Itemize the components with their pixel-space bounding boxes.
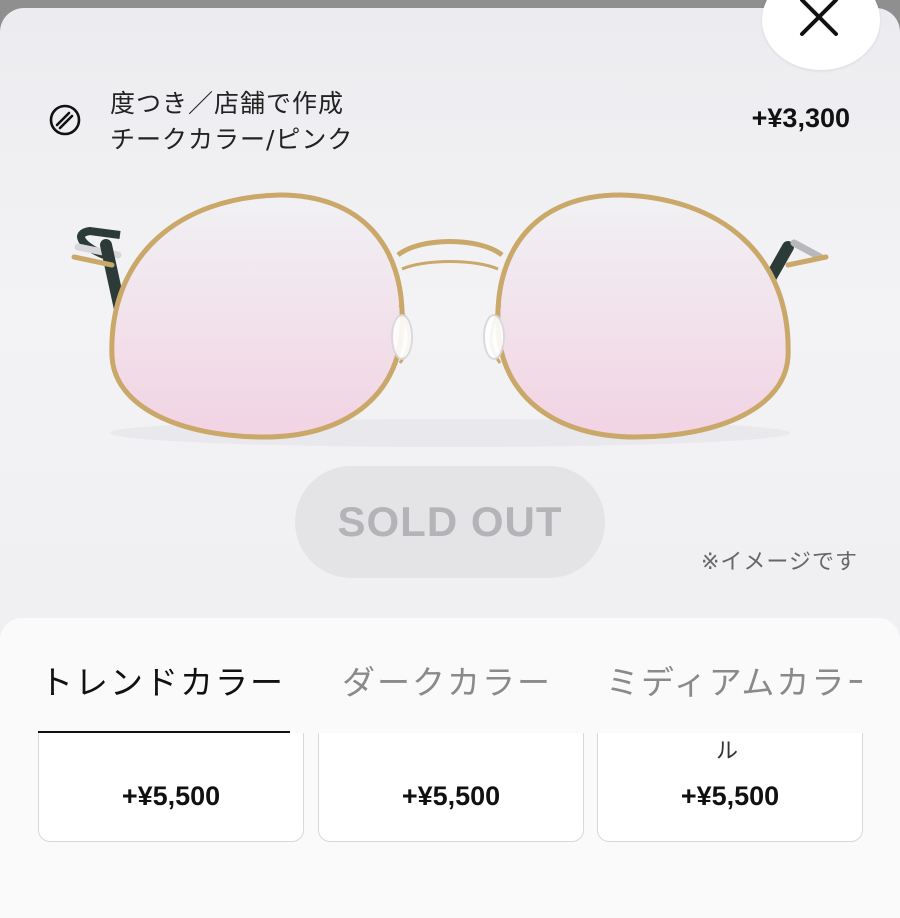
- lens-option-line2: チークカラー/ピンク: [110, 125, 354, 154]
- tab-trend-color[interactable]: トレンドカラー: [40, 656, 285, 704]
- color-card-1[interactable]: +¥5,500: [38, 733, 304, 842]
- lens-option-price: +¥3,300: [751, 103, 850, 133]
- image-note: ※イメージです: [701, 550, 858, 575]
- glasses-image: [71, 192, 829, 447]
- lens-option-text: 度つき／店舗で作成 チークカラー/ピンク: [110, 86, 353, 158]
- color-card-name-overflow: ル: [716, 739, 739, 764]
- color-card-3[interactable]: ル +¥5,500: [597, 733, 863, 842]
- color-card-2[interactable]: +¥5,500: [318, 733, 584, 842]
- tab-dark-color[interactable]: ダークカラー: [342, 656, 552, 704]
- color-card-price: +¥5,500: [401, 781, 501, 811]
- tab-medium-color-clip: ミディアムカラー: [600, 650, 862, 706]
- lens-icon: [49, 104, 81, 136]
- color-card-price: +¥5,500: [121, 781, 221, 811]
- color-card-price: +¥5,500: [680, 781, 780, 811]
- sold-out-button[interactable]: SOLD OUT: [295, 466, 605, 578]
- close-icon: [800, 0, 838, 36]
- lens-option-line1: 度つき／店舗で作成: [110, 89, 345, 118]
- tab-medium-color[interactable]: ミディアムカラー: [606, 656, 862, 704]
